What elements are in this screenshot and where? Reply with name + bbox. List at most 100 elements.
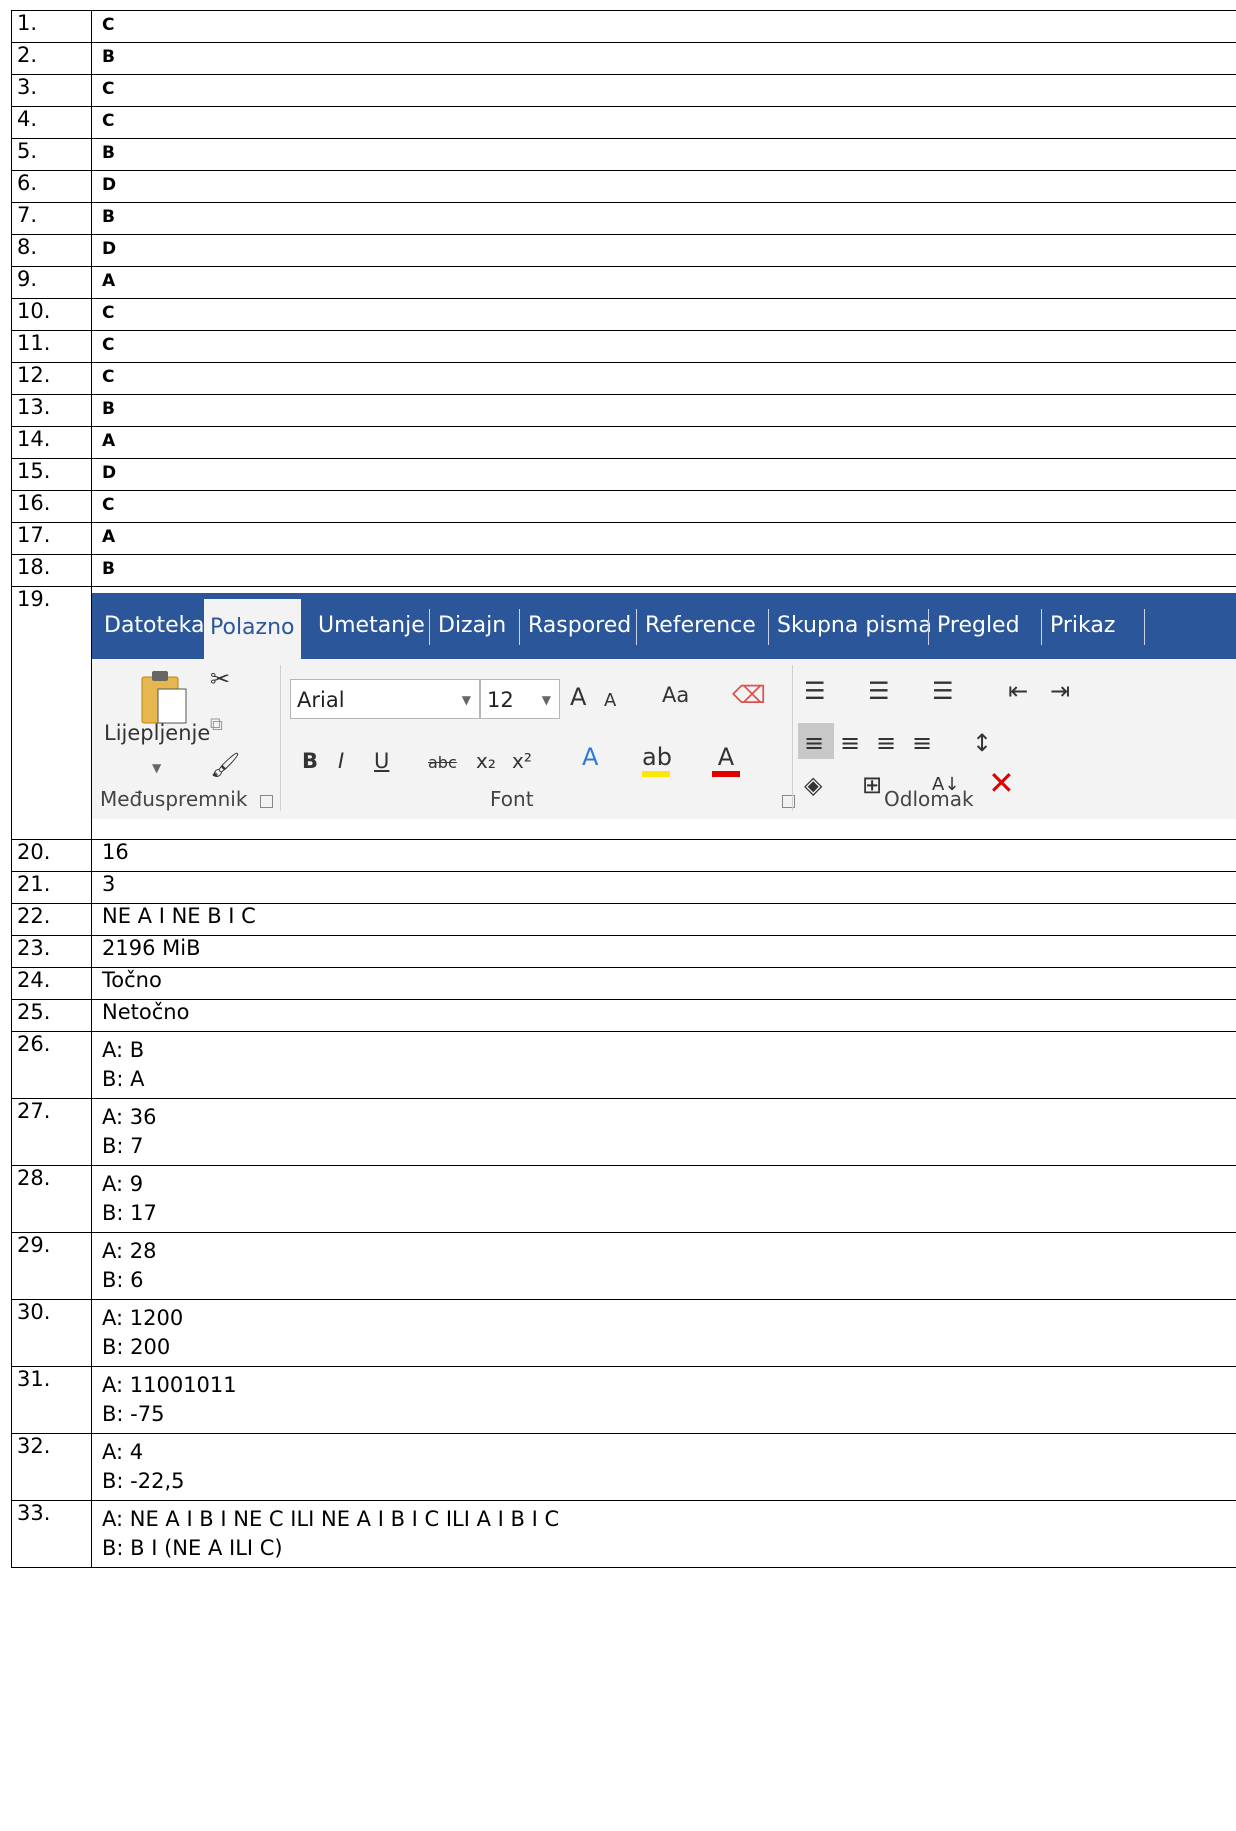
dialog-launcher-icon[interactable]	[260, 795, 273, 808]
question-number: 25.	[11, 999, 92, 1032]
table-row: 14. A	[11, 426, 1236, 459]
question-number: 31.	[11, 1366, 92, 1434]
numbering-icon[interactable]: ☰	[868, 677, 890, 705]
table-row: 1. C	[11, 10, 1236, 43]
answer-table: 1. C 2. B 3. C 4. C 5. B 6. D 7. B 8. D …	[11, 10, 1236, 1568]
table-row: 13. B	[11, 394, 1236, 427]
clear-formatting-icon[interactable]: ⌫	[732, 681, 766, 709]
question-number: 1.	[11, 10, 92, 43]
table-row: 16. C	[11, 490, 1236, 523]
tab-polazno[interactable]: Polazno	[204, 599, 301, 659]
borders-icon[interactable]: ⊞	[862, 771, 882, 799]
table-row: 9. A	[11, 266, 1236, 299]
table-row: 10. C	[11, 298, 1236, 331]
question-number: 23.	[11, 935, 92, 968]
chevron-down-icon: ▼	[541, 693, 551, 707]
question-number: 14.	[11, 426, 92, 459]
underline-icon[interactable]: U	[374, 747, 389, 775]
grow-font-icon[interactable]: A	[570, 683, 586, 711]
tab-skupna-pisma[interactable]: Skupna pisma	[771, 593, 938, 659]
copy-icon[interactable]: ⧉	[210, 711, 223, 739]
question-number: 11.	[11, 330, 92, 363]
italic-icon[interactable]: I	[338, 747, 344, 775]
answer-cell: D	[91, 458, 1236, 491]
question-number: 7.	[11, 202, 92, 235]
align-right-icon[interactable]: ≡	[876, 729, 896, 757]
answer-cell: A	[91, 426, 1236, 459]
answer-cell: Netočno	[91, 999, 1236, 1032]
word-ribbon-screenshot: Datoteka Polazno Umetanje Dizajn Raspore…	[92, 593, 1236, 833]
question-number: 10.	[11, 298, 92, 331]
table-row: 6. D	[11, 170, 1236, 203]
tab-raspored[interactable]: Raspored	[522, 593, 637, 659]
question-number: 22.	[11, 903, 92, 936]
bold-icon[interactable]: B	[302, 747, 318, 775]
table-row: 15. D	[11, 458, 1236, 491]
question-number: 27.	[11, 1098, 92, 1166]
table-row: 21. 3	[11, 871, 1236, 904]
format-painter-icon[interactable]: 🖌	[210, 751, 240, 779]
shading-icon[interactable]: ◈	[804, 771, 822, 799]
answer-part-b: B: 7	[102, 1134, 144, 1158]
answer-part-b: B: 17	[102, 1201, 157, 1225]
table-row: 32. A: 4 B: -22,5	[11, 1433, 1236, 1501]
cut-icon[interactable]: ✂	[210, 665, 230, 693]
answer-cell: A: 11001011 B: -75	[91, 1366, 1236, 1434]
answer-cell: C	[91, 74, 1236, 107]
tab-umetanje[interactable]: Umetanje	[312, 593, 431, 659]
tab-datoteka[interactable]: Datoteka	[98, 593, 211, 659]
question-number: 20.	[11, 839, 92, 872]
change-case-icon[interactable]: Aa	[662, 681, 689, 709]
subscript-icon[interactable]: x₂	[476, 747, 496, 775]
dialog-launcher-icon[interactable]	[782, 795, 795, 808]
group-label-clipboard: Međuspremnik	[100, 787, 248, 811]
question-number: 8.	[11, 234, 92, 267]
tab-pregled[interactable]: Pregled	[931, 593, 1026, 659]
question-number: 26.	[11, 1031, 92, 1099]
red-cross-mark-icon: ✕	[988, 764, 1015, 802]
ribbon-body: Lijepljenje ▼ ✂ ⧉ 🖌 Međuspremnik Arial ▼	[92, 659, 1236, 819]
tab-dizajn[interactable]: Dizajn	[432, 593, 512, 659]
align-center-icon[interactable]: ≡	[840, 729, 860, 757]
question-number: 15.	[11, 458, 92, 491]
font-size-combobox[interactable]: 12 ▼	[480, 679, 560, 719]
question-number: 32.	[11, 1433, 92, 1501]
bullets-icon[interactable]: ☰	[804, 677, 826, 705]
answer-cell: A: 9 B: 17	[91, 1165, 1236, 1233]
tab-reference[interactable]: Reference	[639, 593, 762, 659]
answer-cell: NE A I NE B I C	[91, 903, 1236, 936]
font-color-icon[interactable]: A	[712, 743, 740, 777]
question-number: 4.	[11, 106, 92, 139]
table-row: 25. Netočno	[11, 999, 1236, 1032]
highlight-color-icon[interactable]: ab	[642, 743, 672, 777]
answer-cell: B	[91, 202, 1236, 235]
answer-cell: C	[91, 298, 1236, 331]
question-number: 9.	[11, 266, 92, 299]
answer-cell: C	[91, 330, 1236, 363]
question-number: 29.	[11, 1232, 92, 1300]
decrease-indent-icon[interactable]: ⇤	[1008, 677, 1028, 705]
answer-cell: C	[91, 490, 1236, 523]
answer-cell: C	[91, 362, 1236, 395]
answer-cell: D	[91, 170, 1236, 203]
answer-part-b: B: 6	[102, 1268, 144, 1292]
answer-cell: D	[91, 234, 1236, 267]
font-size-value: 12	[487, 688, 514, 712]
justify-icon[interactable]: ≡	[912, 729, 932, 757]
align-left-icon[interactable]: ≡	[804, 729, 824, 757]
multilevel-list-icon[interactable]: ☰	[932, 677, 954, 705]
superscript-icon[interactable]: x²	[512, 747, 532, 775]
line-spacing-icon[interactable]: ↕	[972, 729, 992, 757]
table-row: 28. A: 9 B: 17	[11, 1165, 1236, 1233]
font-name-combobox[interactable]: Arial ▼	[290, 679, 480, 719]
strikethrough-icon[interactable]: abc	[428, 749, 457, 777]
shrink-font-icon[interactable]: A	[604, 687, 616, 715]
answer-part-b: B: A	[102, 1067, 145, 1091]
table-row: 31. A: 11001011 B: -75	[11, 1366, 1236, 1434]
text-effects-icon[interactable]: A	[582, 743, 598, 771]
table-row: 23. 2196 MiB	[11, 935, 1236, 968]
tab-prikaz[interactable]: Prikaz	[1044, 593, 1121, 659]
increase-indent-icon[interactable]: ⇥	[1050, 677, 1070, 705]
answer-part-b: B: B I (NE A ILI C)	[102, 1536, 283, 1560]
table-row: 22. NE A I NE B I C	[11, 903, 1236, 936]
